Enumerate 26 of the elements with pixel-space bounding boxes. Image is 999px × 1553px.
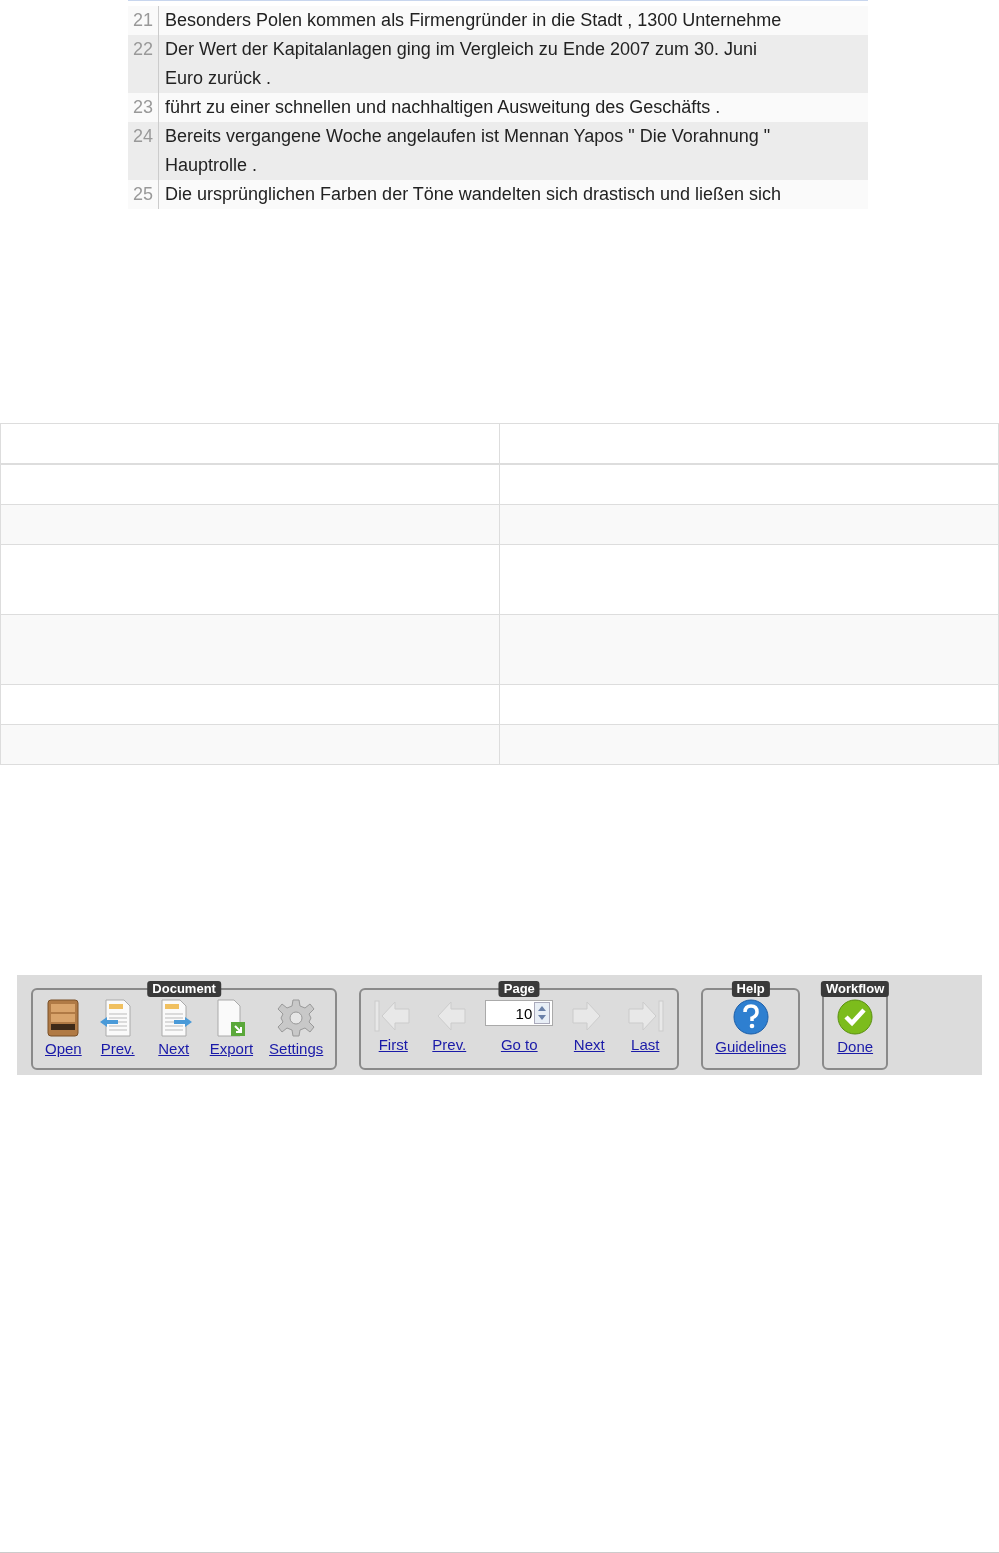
line-number: 25 (128, 180, 159, 209)
toolbar-link[interactable]: Done (837, 1038, 874, 1055)
sentence-text: Bereits vergangene Woche angelaufen ist Mennan Yapos " Die Vorahnung " (165, 125, 771, 148)
group-title: Workflow (821, 981, 890, 997)
sentence-text: Die ursprünglichen Farben der Töne wandelten sich drastisch und ließen sich (165, 183, 781, 206)
group-title: Help (731, 981, 770, 997)
toolbar-link[interactable]: Prev. (100, 1040, 135, 1057)
toolbar-link[interactable]: Guidelines (715, 1038, 787, 1055)
help-icon[interactable] (731, 998, 770, 1036)
sentence-text: Besonders Polen kommen als Firmengründer in die Stadt , 1300 Unternehme (165, 9, 782, 32)
group-title: Document (147, 981, 221, 997)
toolbar-link[interactable]: Export (209, 1040, 254, 1057)
cabinet-icon[interactable] (45, 998, 82, 1038)
group-title: Page (498, 981, 540, 997)
sentence-text: führt zu einer schnellen und nachhaltigen Ausweitung des Geschäfts . (165, 96, 721, 119)
page-number-field[interactable]: 10 (485, 1000, 554, 1026)
sentence-text: Euro zurück . (165, 67, 273, 90)
toolbar-link[interactable]: Settings (269, 1040, 324, 1057)
settings-icon[interactable] (276, 998, 317, 1038)
spinner-icon[interactable] (534, 1002, 551, 1024)
toolbar-link[interactable]: Go to (500, 1036, 538, 1053)
sentence-text: Hauptrolle . (165, 154, 259, 177)
checkmark-icon[interactable] (836, 998, 875, 1036)
toolbar-link[interactable]: Next (158, 1040, 190, 1057)
toolbar-link[interactable]: Open (45, 1040, 82, 1057)
sentence-text: Der Wert der Kapitalanlagen ging im Vergleich zu Ende 2007 zum 30. Juni (165, 38, 757, 61)
